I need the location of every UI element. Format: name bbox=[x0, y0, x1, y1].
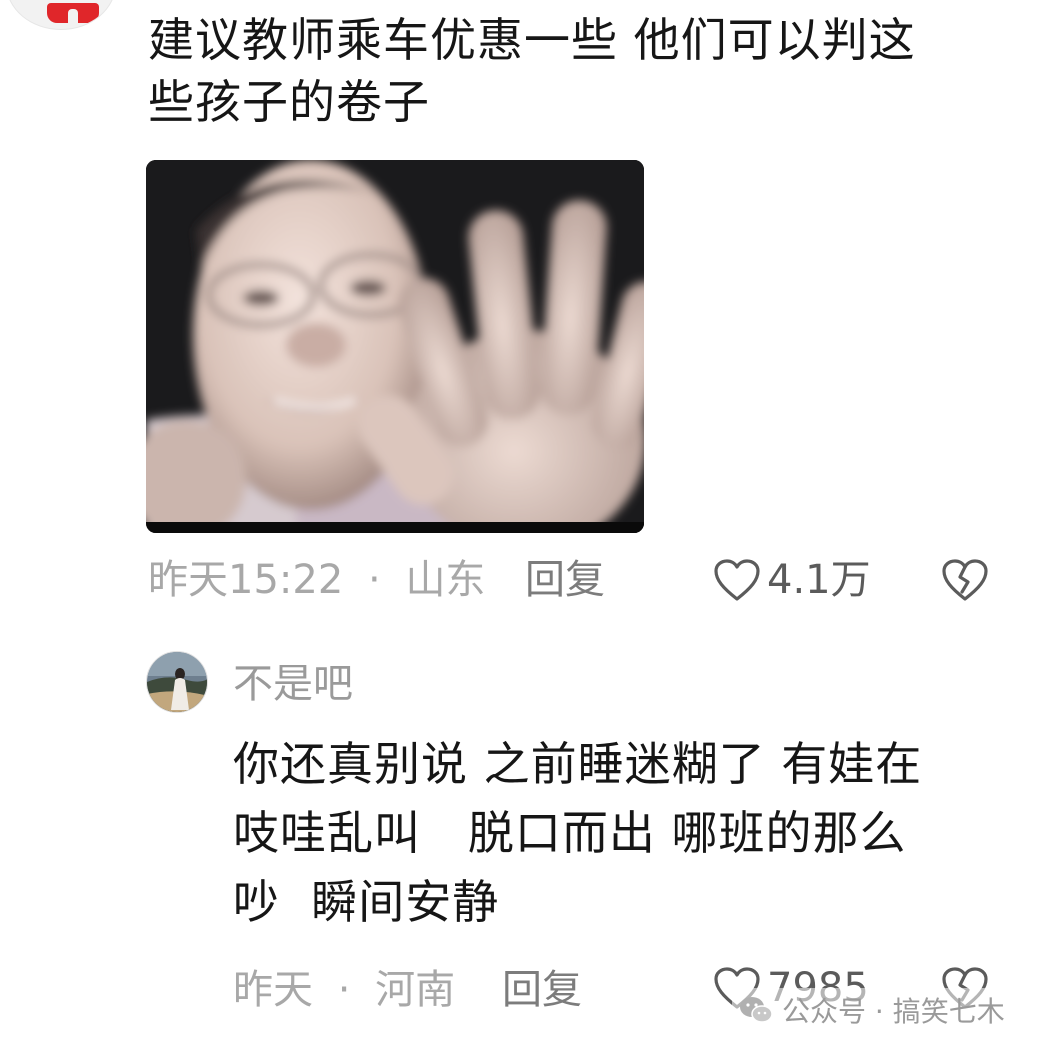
reply-username[interactable]: 不是吧 bbox=[233, 660, 353, 708]
comment-thread: 建议教师乘车优惠一些 他们可以判这 些孩子的卷子 昨天15:22 · 山东 回复… bbox=[0, 0, 1046, 1049]
avatar-logo-mark bbox=[47, 3, 99, 23]
comment-text-line: 建议教师乘车优惠一些 他们可以判这 bbox=[148, 13, 916, 67]
meta-separator: · bbox=[368, 557, 381, 603]
broken-heart-icon bbox=[942, 559, 988, 601]
reply-button[interactable]: 回复 bbox=[502, 966, 582, 1014]
reply-meta: 昨天 · 河南 bbox=[233, 966, 455, 1014]
meta-separator: · bbox=[337, 967, 351, 1013]
comment-meta: 昨天15:22 · 山东 bbox=[148, 556, 485, 604]
watermark: 公众号 · 搞笑七木 bbox=[732, 988, 1011, 1032]
reply-text-line: 吱哇乱叫 脱口而出 哪班的那么 bbox=[233, 806, 907, 860]
reply-location: 河南 bbox=[375, 967, 456, 1013]
reply-avatar[interactable] bbox=[146, 651, 208, 713]
dislike-button[interactable] bbox=[941, 558, 989, 606]
comment-text-line: 些孩子的卷子 bbox=[148, 75, 430, 129]
like-button[interactable]: 4.1万 bbox=[713, 556, 871, 604]
comment-meme-image[interactable] bbox=[146, 160, 644, 533]
reply-body: 你还真别说 之前睡迷糊了 有娃在 吱哇乱叫 脱口而出 哪班的那么 吵 瞬间安静 bbox=[233, 730, 1033, 937]
comment-body: 建议教师乘车优惠一些 他们可以判这 些孩子的卷子 bbox=[148, 9, 1028, 133]
comment-time: 昨天15:22 bbox=[148, 557, 344, 603]
like-count: 4.1万 bbox=[767, 557, 871, 603]
avatar-photo bbox=[147, 652, 207, 712]
wechat-icon bbox=[740, 997, 773, 1023]
comment-location: 山东 bbox=[405, 557, 486, 603]
reply-text-line: 吵 瞬间安静 bbox=[233, 875, 500, 929]
commenter-avatar[interactable] bbox=[6, 0, 116, 30]
watermark-text: 公众号 · 搞笑七木 bbox=[782, 995, 1005, 1028]
heart-icon bbox=[714, 559, 760, 601]
reply-time: 昨天 bbox=[233, 967, 313, 1013]
reply-text-line: 你还真别说 之前睡迷糊了 有娃在 bbox=[233, 737, 923, 791]
reply-button[interactable]: 回复 bbox=[525, 556, 605, 604]
meme-photo bbox=[146, 160, 644, 533]
